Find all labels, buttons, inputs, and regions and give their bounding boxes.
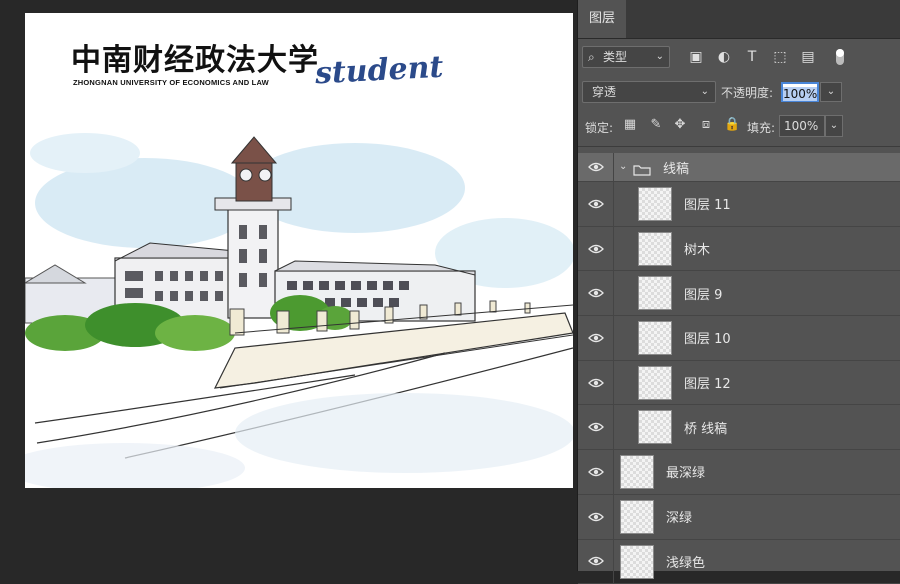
type-filter-icon[interactable]: T [742, 47, 762, 67]
adjustment-filter-icon[interactable]: ◐ [714, 47, 734, 67]
lock-all-icon[interactable]: 🔒 [724, 117, 740, 133]
layers-panel: 图层 ⌕ 类型 ⌄ ▣ ◐ T ⬚ ▤ 穿透 ⌄ 不透明度: 100% ⌄ 锁定… [577, 0, 900, 571]
eye-icon[interactable] [578, 361, 614, 405]
layer-row[interactable]: 图层 10 [578, 316, 900, 361]
layer-row[interactable]: 浅绿色 [578, 540, 900, 584]
blend-mode-value: 穿透 [592, 82, 616, 102]
eye-icon[interactable] [578, 450, 614, 494]
layer-thumbnail[interactable] [638, 187, 672, 221]
opacity-label: 不透明度: [721, 84, 773, 101]
layer-thumbnail[interactable] [638, 232, 672, 266]
eye-icon[interactable] [578, 271, 614, 315]
layer-name: 深绿 [666, 495, 692, 539]
chevron-down-icon[interactable]: ⌄ [619, 161, 627, 172]
layer-name: 桥 线稿 [684, 405, 727, 449]
layer-group-row[interactable]: ⌄ 线稿 [578, 153, 900, 182]
layer-name: 浅绿色 [666, 540, 705, 584]
panel-tab-bar: 图层 [578, 0, 900, 39]
opacity-input[interactable]: 100% [781, 82, 819, 102]
smart-object-filter-icon[interactable]: ▤ [798, 47, 818, 67]
blend-mode-select[interactable]: 穿透 ⌄ [582, 81, 716, 103]
layer-row[interactable]: 图层 9 [578, 271, 900, 316]
chevron-down-icon: ⌄ [701, 82, 709, 102]
shape-filter-icon[interactable]: ⬚ [770, 47, 790, 67]
fill-label: 填充: [747, 119, 775, 136]
lock-paint-icon[interactable]: ✎ [648, 117, 664, 133]
tab-layers[interactable]: 图层 [578, 0, 626, 38]
folder-icon [633, 161, 651, 173]
layer-row[interactable]: 最深绿 [578, 450, 900, 495]
layer-row[interactable]: 图层 12 [578, 361, 900, 406]
lock-label: 锁定: [585, 119, 613, 136]
layer-thumbnail[interactable] [620, 500, 654, 534]
university-logo-chinese: 中南财经政法大学 [71, 35, 319, 79]
layer-filter-select[interactable]: ⌕ 类型 ⌄ [582, 46, 670, 68]
layer-name: 图层 9 [684, 271, 722, 315]
layer-row[interactable]: 深绿 [578, 495, 900, 540]
layer-thumbnail[interactable] [620, 455, 654, 489]
layer-thumbnail[interactable] [638, 321, 672, 355]
layer-name: 线稿 [663, 153, 689, 181]
layer-row[interactable]: 图层 11 [578, 182, 900, 227]
fill-dropdown-button[interactable]: ⌄ [825, 115, 843, 137]
opacity-value: 100% [783, 87, 817, 101]
eye-icon[interactable] [578, 182, 614, 226]
layer-name: 最深绿 [666, 450, 705, 494]
layer-name: 图层 10 [684, 316, 731, 360]
layer-thumbnail[interactable] [620, 545, 654, 579]
lock-artboard-icon[interactable]: ⧈ [698, 117, 714, 133]
layer-name: 图层 11 [684, 182, 731, 226]
university-logo-english: ZHONGNAN UNIVERSITY OF ECONOMICS AND LAW [73, 78, 269, 87]
canvas-area[interactable]: 中南财经政法大学 ZHONGNAN UNIVERSITY OF ECONOMIC… [0, 0, 577, 571]
eye-icon[interactable] [578, 495, 614, 539]
eye-icon[interactable] [578, 405, 614, 449]
filter-toggle-icon[interactable] [830, 47, 850, 67]
lock-transparent-icon[interactable]: ▦ [622, 117, 638, 133]
lock-position-icon[interactable]: ✥ [672, 117, 688, 133]
eye-icon[interactable] [578, 316, 614, 360]
layer-row[interactable]: 树木 [578, 227, 900, 272]
eye-icon[interactable] [578, 153, 614, 181]
eye-icon[interactable] [578, 227, 614, 271]
layer-list: ⌄ 线稿图层 11树木图层 9图层 10图层 12桥 线稿最深绿深绿浅绿色 [578, 153, 900, 584]
layer-name: 图层 12 [684, 361, 731, 405]
document-canvas[interactable]: 中南财经政法大学 ZHONGNAN UNIVERSITY OF ECONOMIC… [25, 13, 573, 488]
fill-input[interactable]: 100% [779, 115, 825, 137]
search-icon: ⌕ [588, 47, 595, 67]
layer-thumbnail[interactable] [638, 410, 672, 444]
layer-row[interactable]: 桥 线稿 [578, 405, 900, 450]
student-script-text: student [314, 50, 444, 92]
image-filter-icon[interactable]: ▣ [686, 47, 706, 67]
opacity-dropdown-button[interactable]: ⌄ [820, 82, 842, 102]
divider [578, 146, 900, 147]
layer-thumbnail[interactable] [638, 366, 672, 400]
chevron-down-icon: ⌄ [656, 47, 664, 67]
layer-thumbnail[interactable] [638, 276, 672, 310]
filter-label: 类型 [603, 47, 627, 67]
eye-icon[interactable] [578, 540, 614, 584]
layer-name: 树木 [684, 227, 710, 271]
